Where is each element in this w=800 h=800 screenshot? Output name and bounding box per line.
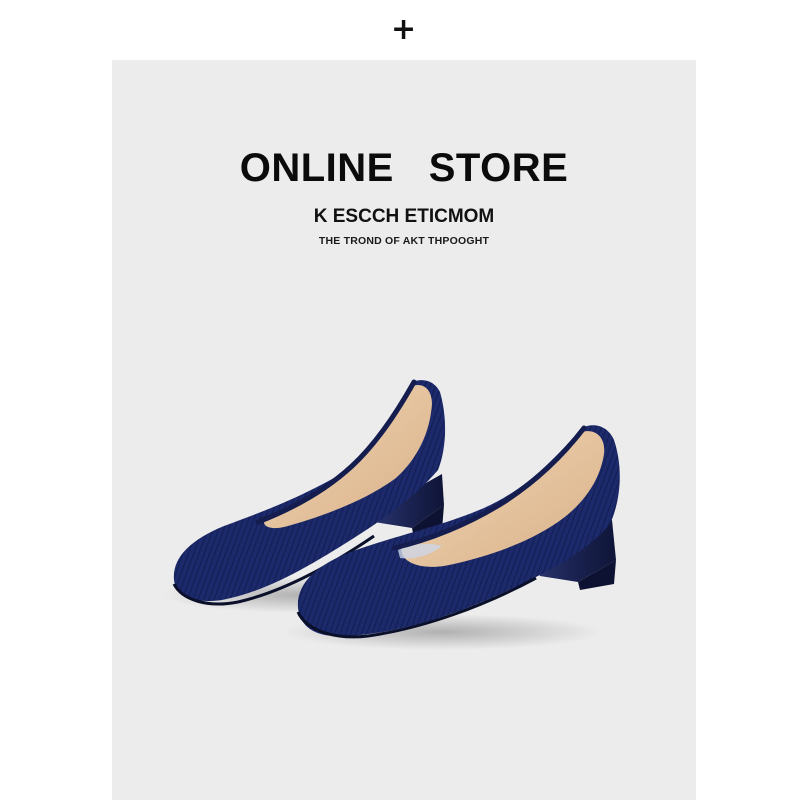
product-page: + ONLINE STORE K ESCCH ETICMOM THE TROND… (0, 0, 800, 800)
shoes-image (162, 379, 620, 650)
product-banner: ONLINE STORE K ESCCH ETICMOM THE TROND O… (112, 60, 696, 800)
plus-icon[interactable]: + (391, 15, 416, 45)
